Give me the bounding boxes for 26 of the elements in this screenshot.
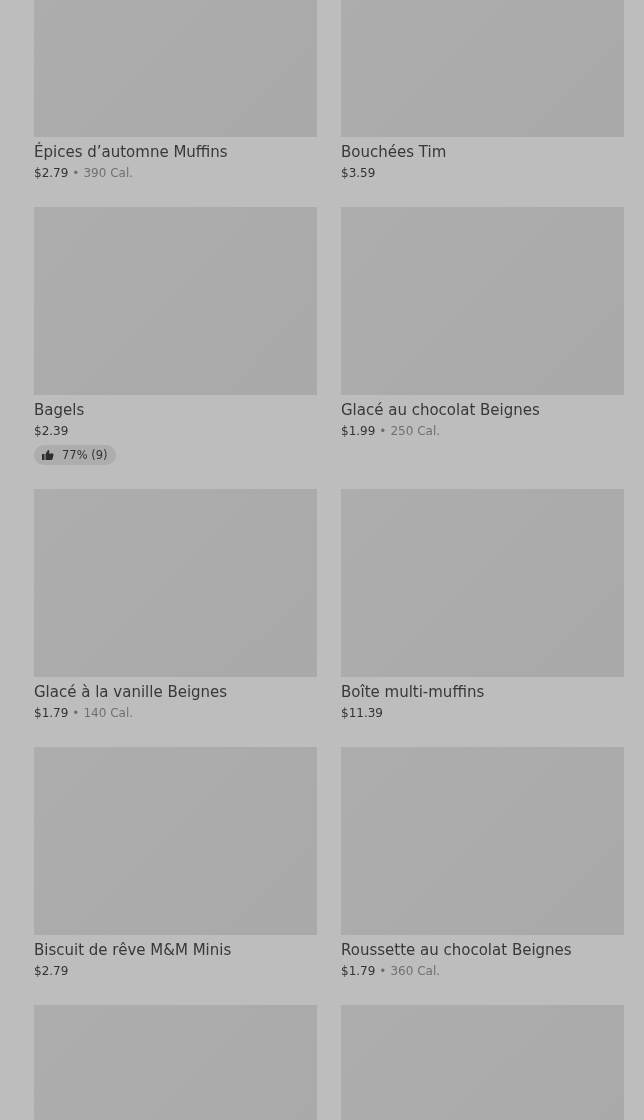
item-name[interactable]: Bagels: [34, 400, 85, 420]
price-text: $2.79: [34, 963, 69, 979]
separator-dot: •: [72, 165, 80, 181]
item-name[interactable]: Roussette au chocolat Beignes: [341, 940, 572, 960]
rating-badge: 77% (9): [34, 445, 116, 465]
price-text: $11.39: [341, 705, 383, 721]
price-text: $1.79: [34, 705, 69, 721]
calories-text: 390 Cal.: [83, 165, 134, 181]
separator-dot: •: [379, 423, 387, 439]
price-text: $2.79: [34, 165, 69, 181]
price-text: $3.59: [341, 165, 376, 181]
calories-text: 250 Cal.: [390, 423, 441, 439]
calories-text: 360 Cal.: [390, 963, 441, 979]
item-name[interactable]: Bouchées Tim: [341, 142, 447, 162]
separator-dot: •: [72, 705, 80, 721]
item-name[interactable]: Épices d’automne Muffins: [34, 142, 228, 162]
price-text: $1.99: [341, 423, 376, 439]
price-text: $1.79: [341, 963, 376, 979]
thumbs-up-icon: [42, 449, 54, 461]
calories-text: 140 Cal.: [83, 705, 134, 721]
item-name[interactable]: Glacé au chocolat Beignes: [341, 400, 540, 420]
item-name[interactable]: Biscuit de rêve M&M Minis: [34, 940, 232, 960]
item-name[interactable]: Glacé à la vanille Beignes: [34, 682, 228, 702]
item-name[interactable]: Boîte multi-muffins: [341, 682, 485, 702]
separator-dot: •: [379, 963, 387, 979]
price-text: $2.39: [34, 423, 69, 439]
